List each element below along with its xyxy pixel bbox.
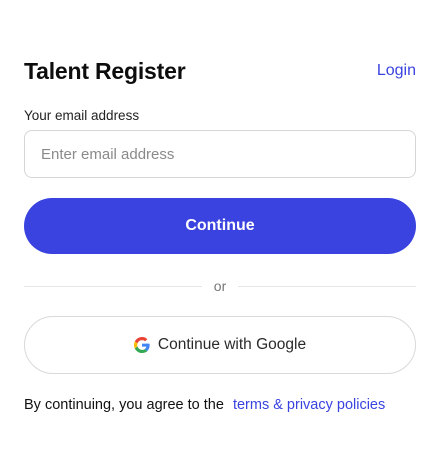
terms-privacy-link[interactable]: terms & privacy policies xyxy=(233,397,385,413)
or-divider: or xyxy=(24,276,417,296)
continue-button[interactable]: Continue xyxy=(24,198,416,254)
divider-text: or xyxy=(213,278,227,294)
email-field[interactable] xyxy=(24,130,416,178)
continue-with-google-button[interactable]: Continue with Google xyxy=(24,316,416,374)
page-title: Talent Register xyxy=(24,57,186,84)
divider-line-left xyxy=(24,285,202,287)
register-page: Talent Register Login Your email address… xyxy=(0,0,438,452)
terms-prefix: By continuing, you agree to the xyxy=(24,397,224,413)
header: Talent Register Login xyxy=(24,56,416,86)
terms-notice: By continuing, you agree to the terms & … xyxy=(24,397,424,413)
email-label: Your email address xyxy=(24,108,140,123)
google-button-label: Continue with Google xyxy=(157,336,307,353)
login-link[interactable]: Login xyxy=(377,62,416,80)
google-icon xyxy=(133,337,150,353)
divider-line-right xyxy=(238,285,417,287)
